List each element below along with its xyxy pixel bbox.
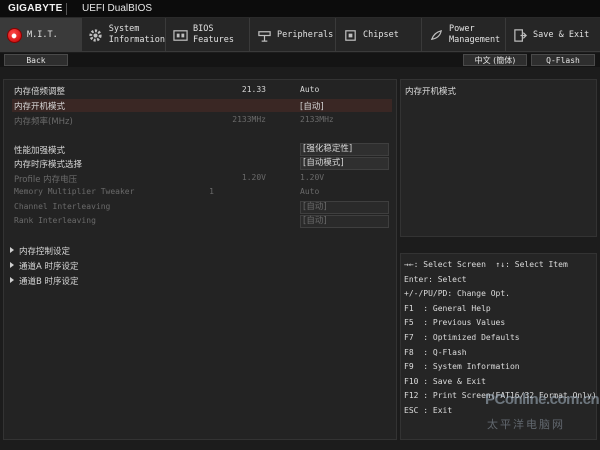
setting-row-performance-enhance[interactable]: 性能加强模式 [强化稳定性] xyxy=(14,143,392,156)
setting-value[interactable]: Auto xyxy=(300,85,319,94)
setting-value: [自动] xyxy=(300,215,389,228)
mit-icon: ● xyxy=(6,27,22,43)
setting-row-profile-voltage: Profile 内存电压 1.20V 1.20V xyxy=(14,172,392,185)
key-line-f5: F5 : Previous Values xyxy=(404,318,506,328)
setting-name: 性能加强模式 xyxy=(14,146,66,156)
help-panel: 内存开机模式 xyxy=(400,79,597,237)
bios-features-icon xyxy=(172,27,188,43)
tab-mit[interactable]: ● M.I.T. xyxy=(0,18,82,52)
qflash-button[interactable]: Q-Flash xyxy=(531,54,595,66)
gear-icon xyxy=(88,27,104,43)
setting-name: 内存时序模式选择 xyxy=(14,160,83,170)
setting-name: 内存倍频调整 xyxy=(14,87,66,97)
setting-current-value: 2133MHz xyxy=(232,115,266,124)
tab-label: Save & Exit xyxy=(533,29,590,40)
setting-row-memory-frequency: 内存频率(MHz) 2133MHz 2133MHz xyxy=(14,114,392,127)
brand-logo: GIGABYTE xyxy=(8,3,63,14)
submenu-arrow-icon xyxy=(10,277,14,283)
setting-row-multiplier-tweaker: Memory Multiplier Tweaker 1 Auto xyxy=(14,186,392,199)
submenu-label: 通道B 时序设定 xyxy=(19,277,79,287)
key-line-f1: F1 : General Help xyxy=(404,303,491,313)
language-button[interactable]: 中文 (簡体) xyxy=(463,54,527,66)
submenu-channel-b-timing[interactable]: 通道B 时序设定 xyxy=(10,275,79,288)
key-legend: →←: Select Screen ↑↓: Select Item Enter:… xyxy=(404,260,597,421)
title-bar: GIGABYTE UEFI DualBIOS xyxy=(0,0,600,18)
setting-value[interactable]: [自动模式] xyxy=(300,157,389,170)
submenu-channel-a-timing[interactable]: 通道A 时序设定 xyxy=(10,260,79,273)
key-line-navigate: →←: Select Screen ↑↓: Select Item xyxy=(404,260,568,269)
submenu-label: 内存控制设定 xyxy=(19,247,71,257)
key-line-enter: Enter: Select xyxy=(404,274,467,284)
power-icon xyxy=(428,27,444,43)
tab-label: System Information xyxy=(108,24,165,45)
setting-row-memory-multiplier[interactable]: 内存倍频调整 21.33 Auto xyxy=(14,84,392,97)
setting-current-value: 1 xyxy=(209,187,214,196)
sub-bar: Back 中文 (簡体) Q-Flash xyxy=(0,53,600,67)
setting-name: 内存开机模式 xyxy=(14,102,66,112)
tab-save-exit[interactable]: Save & Exit xyxy=(506,18,600,52)
key-line-f7: F7 : Optimized Defaults xyxy=(404,332,520,342)
setting-name: Rank Interleaving xyxy=(14,216,96,225)
settings-panel: 内存倍频调整 21.33 Auto 内存开机模式 [自动] 内存频率(MHz) … xyxy=(3,79,397,440)
setting-value: 1.20V xyxy=(300,173,325,182)
key-legend-panel: →←: Select Screen ↑↓: Select Item Enter:… xyxy=(400,253,597,440)
setting-row-memory-boot-mode[interactable]: 内存开机模式 [自动] xyxy=(12,99,392,112)
main-menu: ● M.I.T. System Information BIOS Feature… xyxy=(0,18,600,52)
setting-value: [自动] xyxy=(300,201,389,214)
help-title: 内存开机模式 xyxy=(405,87,457,97)
tab-label: BIOS Features xyxy=(193,24,234,45)
submenu-arrow-icon xyxy=(10,247,14,253)
key-line-f9: F9 : System Information xyxy=(404,362,520,372)
tab-label: M.I.T. xyxy=(27,29,58,40)
setting-value[interactable]: [强化稳定性] xyxy=(300,143,389,156)
submenu-arrow-icon xyxy=(10,262,14,268)
setting-name: 内存频率(MHz) xyxy=(14,117,73,127)
setting-name: Channel Interleaving xyxy=(14,202,111,211)
setting-row-rank-interleaving: Rank Interleaving [自动] xyxy=(14,215,392,228)
setting-row-timing-mode[interactable]: 内存时序模式选择 [自动模式] xyxy=(14,157,392,170)
chipset-icon xyxy=(342,27,358,43)
submenu-memory-control[interactable]: 内存控制设定 xyxy=(10,245,70,258)
setting-current-value: 1.20V xyxy=(241,173,266,182)
back-button[interactable]: Back xyxy=(4,54,68,66)
key-line-f8: F8 : Q-Flash xyxy=(404,347,467,357)
exit-icon xyxy=(512,27,528,43)
product-name: UEFI DualBIOS xyxy=(82,3,153,14)
tab-label: Peripherals xyxy=(277,29,334,40)
setting-name: Profile 内存电压 xyxy=(14,175,78,185)
setting-value: Auto xyxy=(300,187,320,196)
peripherals-icon xyxy=(256,27,272,43)
submenu-label: 通道A 时序设定 xyxy=(19,262,79,272)
tab-power-management[interactable]: Power Management xyxy=(422,18,506,52)
key-line-change: +/-/PU/PD: Change Opt. xyxy=(404,289,510,299)
key-line-f12: F12 : Print Screen(FAT16/32 Format Only) xyxy=(404,391,597,401)
tab-system-information[interactable]: System Information xyxy=(82,18,166,52)
tab-label: Power Management xyxy=(449,24,501,45)
setting-value[interactable]: [自动] xyxy=(300,100,324,112)
title-separator xyxy=(66,3,67,15)
setting-current-value: 21.33 xyxy=(241,85,266,94)
setting-value: 2133MHz xyxy=(300,115,334,124)
tab-chipset[interactable]: Chipset xyxy=(336,18,422,52)
setting-name: Memory Multiplier Tweaker xyxy=(14,187,135,196)
tab-bios-features[interactable]: BIOS Features xyxy=(166,18,250,52)
tab-label: Chipset xyxy=(363,29,399,40)
key-line-esc: ESC : Exit xyxy=(404,405,453,415)
key-line-f10: F10 : Save & Exit xyxy=(404,376,486,386)
tab-peripherals[interactable]: Peripherals xyxy=(250,18,336,52)
setting-row-channel-interleaving: Channel Interleaving [自动] xyxy=(14,201,392,214)
